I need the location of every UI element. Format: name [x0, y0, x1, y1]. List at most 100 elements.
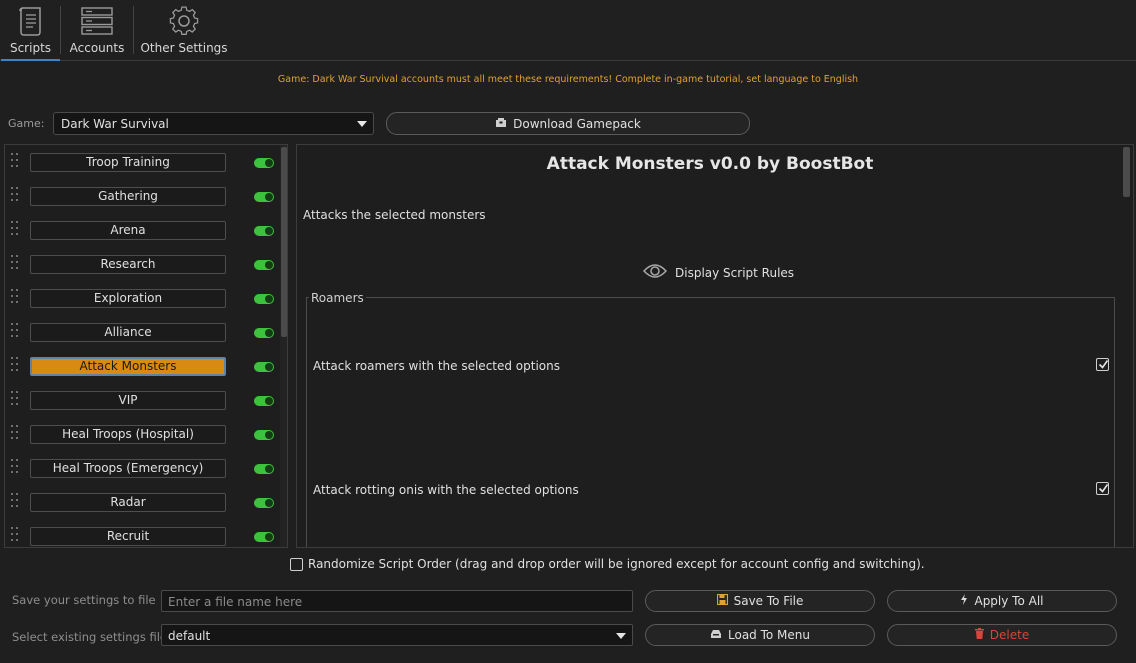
randomize-order-option[interactable]: Randomize Script Order (drag and drop or… [290, 557, 925, 571]
script-toggle[interactable] [254, 260, 274, 270]
list-item[interactable]: Alliance [5, 315, 279, 349]
script-description: Attacks the selected monsters [303, 208, 486, 222]
script-toggle[interactable] [254, 396, 274, 406]
script-toggle[interactable] [254, 498, 274, 508]
drag-handle-icon[interactable] [11, 357, 21, 375]
script-toggle[interactable] [254, 294, 274, 304]
list-item[interactable]: Radar [5, 485, 279, 519]
drag-handle-icon[interactable] [11, 289, 21, 307]
game-select-value: Dark War Survival [61, 117, 169, 131]
game-select[interactable]: Dark War Survival [53, 112, 374, 135]
package-icon [495, 116, 507, 131]
scrollbar-thumb[interactable] [1123, 147, 1130, 197]
option-checkbox[interactable] [1096, 482, 1109, 495]
settings-file-value: default [168, 629, 211, 643]
load-to-menu-label: Load To Menu [728, 628, 810, 642]
scrollbar[interactable] [1122, 145, 1131, 547]
script-toggle[interactable] [254, 328, 274, 338]
requirements-notice: Game: Dark War Survival accounts must al… [277, 74, 859, 85]
script-button[interactable]: Research [30, 255, 226, 274]
drag-handle-icon[interactable] [11, 391, 21, 409]
randomize-label: Randomize Script Order (drag and drop or… [308, 557, 925, 571]
settings-file-select[interactable]: default [161, 624, 633, 646]
drag-handle-icon[interactable] [11, 255, 21, 273]
script-button[interactable]: Gathering [30, 187, 226, 206]
list-item[interactable]: Recruit [5, 519, 279, 547]
list-item[interactable]: Exploration [5, 281, 279, 315]
scroll-icon [14, 4, 48, 38]
randomize-checkbox[interactable] [290, 557, 303, 571]
script-toggle[interactable] [254, 362, 274, 372]
roamers-group [306, 297, 1115, 547]
script-list: Troop Training Gathering Arena Research … [4, 144, 288, 548]
download-gamepack-label: Download Gamepack [513, 116, 641, 131]
tab-accounts-label: Accounts [69, 41, 125, 55]
display-script-rules-button[interactable]: Display Script Rules [642, 263, 795, 282]
script-button[interactable]: Troop Training [30, 153, 226, 172]
lightning-icon [960, 594, 968, 608]
list-item[interactable]: Troop Training [5, 145, 279, 179]
scrollbar-thumb[interactable] [281, 147, 287, 337]
delete-label: Delete [989, 628, 1030, 642]
script-toggle[interactable] [254, 430, 274, 440]
apply-to-all-label: Apply To All [974, 594, 1044, 608]
display-script-rules-label: Display Script Rules [675, 265, 795, 280]
toolbar-divider [133, 6, 134, 54]
roamers-group-label: Roamers [309, 291, 366, 305]
load-to-menu-button[interactable]: Load To Menu [645, 624, 875, 646]
tab-scripts-label: Scripts [9, 41, 52, 55]
tab-other-settings[interactable]: Other Settings [140, 0, 228, 61]
script-button[interactable]: Exploration [30, 289, 226, 308]
script-toggle[interactable] [254, 192, 274, 202]
drag-handle-icon[interactable] [11, 187, 21, 205]
list-item[interactable]: Arena [5, 213, 279, 247]
script-button-selected[interactable]: Attack Monsters [30, 357, 226, 376]
list-item[interactable]: Heal Troops (Hospital) [5, 417, 279, 451]
save-to-file-button[interactable]: Save To File [645, 590, 875, 612]
tab-accounts[interactable]: Accounts [66, 0, 128, 61]
list-item[interactable]: VIP [5, 383, 279, 417]
drag-handle-icon[interactable] [11, 221, 21, 239]
option-label: Attack roamers with the selected options [313, 359, 561, 373]
file-name-input[interactable]: Enter a file name here [161, 590, 633, 612]
script-toggle[interactable] [254, 158, 274, 168]
list-item[interactable]: Research [5, 247, 279, 281]
script-button[interactable]: Arena [30, 221, 226, 240]
drag-handle-icon[interactable] [11, 323, 21, 341]
tab-scripts[interactable]: Scripts [1, 0, 60, 61]
tab-other-settings-label: Other Settings [140, 41, 228, 55]
script-button[interactable]: VIP [30, 391, 226, 410]
script-toggle[interactable] [254, 464, 274, 474]
save-settings-label: Save your settings to file [12, 593, 156, 607]
drag-handle-icon[interactable] [11, 153, 21, 171]
scrollbar[interactable] [280, 145, 287, 547]
server-icon [80, 4, 114, 38]
eye-icon [642, 263, 668, 282]
load-tray-icon [710, 628, 722, 642]
script-button[interactable]: Recruit [30, 527, 226, 546]
list-item[interactable]: Attack Monsters [5, 349, 279, 383]
apply-to-all-button[interactable]: Apply To All [887, 590, 1117, 612]
select-settings-label: Select existing settings file [12, 630, 167, 644]
list-item[interactable]: Heal Troops (Emergency) [5, 451, 279, 485]
drag-handle-icon[interactable] [11, 493, 21, 511]
list-item[interactable]: Gathering [5, 179, 279, 213]
drag-handle-icon[interactable] [11, 425, 21, 443]
option-label: Attack rotting onis with the selected op… [313, 483, 579, 497]
drag-handle-icon[interactable] [11, 459, 21, 477]
script-button[interactable]: Heal Troops (Hospital) [30, 425, 226, 444]
delete-button[interactable]: Delete [887, 624, 1117, 646]
script-toggle[interactable] [254, 532, 274, 542]
script-button[interactable]: Radar [30, 493, 226, 512]
script-button[interactable]: Heal Troops (Emergency) [30, 459, 226, 478]
download-gamepack-button[interactable]: Download Gamepack [386, 112, 750, 135]
chevron-down-icon [616, 633, 626, 639]
script-button[interactable]: Alliance [30, 323, 226, 342]
option-checkbox[interactable] [1096, 358, 1109, 371]
toolbar-divider [60, 6, 61, 54]
drag-handle-icon[interactable] [11, 527, 21, 545]
top-toolbar: Scripts Accounts Other Settings [0, 0, 1136, 61]
script-toggle[interactable] [254, 226, 274, 236]
gear-icon [167, 4, 201, 38]
script-title: Attack Monsters v0.0 by BoostBot [546, 154, 874, 174]
